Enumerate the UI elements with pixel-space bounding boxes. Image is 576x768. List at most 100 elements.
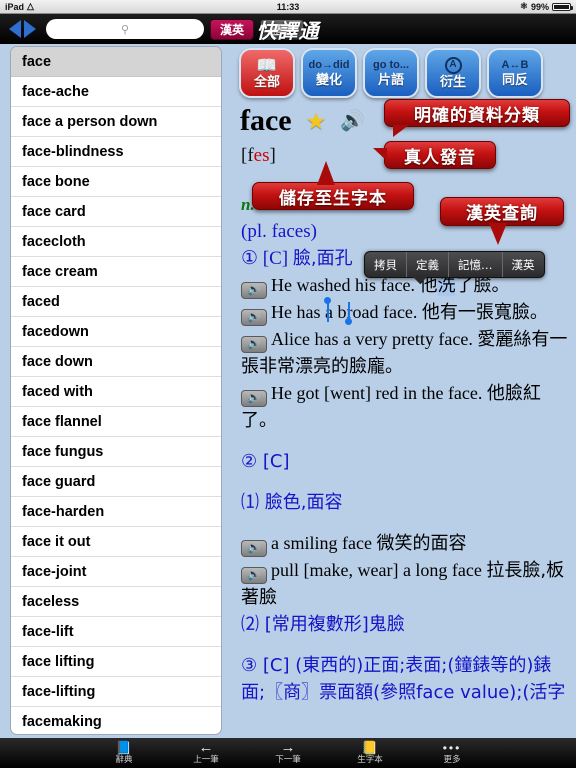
callout-tail bbox=[489, 223, 507, 245]
chinese-english-button[interactable]: 漢英 bbox=[210, 18, 255, 40]
example-sentence: 🔊 He got [went] red in the face. 他臉紅了。 bbox=[241, 380, 570, 434]
callout-tail bbox=[373, 148, 387, 161]
word-list-item[interactable]: face lifting bbox=[11, 647, 221, 677]
word-list-item[interactable]: face it out bbox=[11, 527, 221, 557]
example-speaker-icon[interactable]: 🔊 bbox=[241, 567, 267, 584]
back-arrow-icon[interactable] bbox=[9, 20, 21, 38]
category-derivative[interactable]: A 衍生 bbox=[425, 48, 481, 98]
ellipsis-icon: ••• bbox=[442, 741, 462, 755]
category-phrase[interactable]: go to... 片語 bbox=[363, 48, 419, 98]
word-list[interactable]: face face-ache face a person down face-blin… bbox=[10, 46, 222, 735]
example-speaker-icon[interactable]: 🔊 bbox=[241, 540, 267, 557]
word-list-item[interactable]: face bone bbox=[11, 167, 221, 197]
word-list-item[interactable]: faceless bbox=[11, 587, 221, 617]
tab-previous[interactable]: ← 上一筆 bbox=[177, 739, 235, 767]
word-list-item[interactable]: faced with bbox=[11, 377, 221, 407]
word-list-item[interactable]: face card bbox=[11, 197, 221, 227]
callout-data-classification: 明確的資料分類 bbox=[384, 99, 570, 137]
sense-3-line-1: ③ [C] (東西的)正面;表面;(鐘錶等的)錶 bbox=[241, 655, 552, 676]
word-list-item[interactable]: face-lifting bbox=[11, 677, 221, 707]
category-bottom-label: 衍生 bbox=[439, 73, 466, 89]
word-list-item[interactable]: face-lift bbox=[11, 617, 221, 647]
word-list-item[interactable]: face-joint bbox=[11, 557, 221, 587]
category-inflection[interactable]: do→did 變化 bbox=[301, 48, 357, 98]
notebook-icon: 📒 bbox=[361, 740, 379, 755]
sense-1-label: ① [C] bbox=[241, 248, 293, 269]
word-list-item[interactable]: face-harden bbox=[11, 497, 221, 527]
star-icon[interactable]: ★ bbox=[306, 108, 327, 135]
category-top-label: go to... bbox=[372, 58, 410, 71]
open-book-icon: 📖 bbox=[256, 55, 278, 75]
bluetooth-icon: ⚛ bbox=[519, 1, 528, 11]
selected-text[interactable]: 洗 bbox=[437, 275, 456, 296]
page-title: face bbox=[240, 104, 292, 137]
word-list-item[interactable]: facedown bbox=[11, 317, 221, 347]
word-list-item[interactable]: face-blindness bbox=[11, 137, 221, 167]
tab-label: 上一筆 bbox=[193, 755, 219, 765]
word-list-item[interactable]: facemaking bbox=[11, 707, 221, 734]
right-arrow-icon: → bbox=[280, 739, 296, 756]
context-menu-item[interactable]: 記憶… bbox=[449, 252, 503, 277]
search-input[interactable]: ⚲ bbox=[46, 19, 204, 39]
speaker-icon[interactable]: 🔊 bbox=[340, 111, 365, 131]
category-top-label: do→did bbox=[308, 58, 350, 71]
book-icon: 📘 bbox=[115, 740, 133, 755]
example-list-1: 🔊 He washed his face. 他洗了臉。 🔊 He has a broa… bbox=[241, 272, 570, 434]
tab-label: 生字本 bbox=[357, 755, 383, 765]
category-all[interactable]: 📖 全部 bbox=[239, 48, 295, 98]
tab-wordbook[interactable]: 📒 生字本 bbox=[341, 739, 399, 767]
tab-label: 辭典 bbox=[115, 755, 133, 765]
example-english: a smiling face bbox=[271, 533, 377, 553]
context-menu-item[interactable]: 定義 bbox=[407, 252, 449, 277]
content-area: face face-ache face a person down face-blin… bbox=[0, 44, 576, 738]
word-list-item[interactable]: face a person down bbox=[11, 107, 221, 137]
callout-text: 明確的資料分類 bbox=[414, 105, 540, 126]
sense-2-sub-2: ⑵ [常用複數形]鬼臉 bbox=[241, 614, 405, 635]
word-list-sidebar: face face-ache face a person down face-blin… bbox=[0, 44, 232, 738]
circle-a-icon: A bbox=[444, 56, 462, 74]
example-speaker-icon[interactable]: 🔊 bbox=[241, 390, 267, 407]
search-icon: ⚲ bbox=[120, 23, 130, 36]
example-speaker-icon[interactable]: 🔊 bbox=[241, 282, 267, 299]
word-list-item[interactable]: faced bbox=[11, 287, 221, 317]
battery-percent-label: 99% bbox=[530, 1, 549, 12]
category-bottom-label: 全部 bbox=[253, 73, 280, 89]
word-list-item[interactable]: face down bbox=[11, 347, 221, 377]
selection-context-menu[interactable]: 拷貝 定義 記憶… 漢英 bbox=[364, 251, 545, 284]
bottom-tab-bar: 📘 辭典 ← 上一筆 → 下一筆 📒 生字本 ••• 更多 bbox=[0, 738, 576, 768]
callout-human-pronunciation: 真人發音 bbox=[373, 141, 496, 169]
example-list-2: 🔊 a smiling face 微笑的面容 🔊 pull [make, wear] … bbox=[241, 530, 570, 611]
word-list-item[interactable]: face cream bbox=[11, 257, 221, 287]
selection-bar-start bbox=[327, 302, 329, 322]
word-list-item[interactable]: face guard bbox=[11, 467, 221, 497]
word-list-item[interactable]: face flannel bbox=[11, 407, 221, 437]
example-sentence: 🔊 a smiling face 微笑的面容 bbox=[241, 530, 570, 557]
tab-dictionary[interactable]: 📘 辭典 bbox=[95, 739, 153, 767]
example-speaker-icon[interactable]: 🔊 bbox=[241, 336, 267, 353]
sense-1-text: 臉,面孔 bbox=[292, 248, 353, 269]
forward-arrow-icon[interactable] bbox=[24, 20, 36, 38]
word-list-item[interactable]: facecloth bbox=[11, 227, 221, 257]
context-menu-item[interactable]: 漢英 bbox=[503, 252, 544, 277]
category-synonym-antonym[interactable]: A↔B 同反 bbox=[487, 48, 543, 98]
category-bottom-label: 變化 bbox=[315, 71, 342, 87]
tab-more[interactable]: ••• 更多 bbox=[423, 739, 481, 767]
example-english: He got [went] red in the face. bbox=[271, 383, 487, 403]
context-menu-item[interactable]: 拷貝 bbox=[365, 252, 407, 277]
example-english: pull [make, wear] a long face bbox=[271, 560, 487, 580]
category-bottom-label: 同反 bbox=[501, 71, 528, 87]
callout-text: 真人發音 bbox=[404, 147, 476, 168]
sense-3-line-2: 面;〖商〗票面額(參照face value);(活字 bbox=[241, 682, 566, 703]
selection-handle-start[interactable] bbox=[324, 297, 331, 304]
word-list-item[interactable]: face-ache bbox=[11, 77, 221, 107]
callout-tail bbox=[393, 125, 409, 137]
history-button[interactable]: 歷史 bbox=[260, 18, 305, 40]
example-speaker-icon[interactable]: 🔊 bbox=[241, 309, 267, 326]
selection-handle-end[interactable] bbox=[345, 318, 352, 325]
tab-next[interactable]: → 下一筆 bbox=[259, 739, 317, 767]
sense-2-sub-1: ⑴ 臉色,面容 bbox=[241, 492, 343, 513]
word-list-item[interactable]: face fungus bbox=[11, 437, 221, 467]
example-chinese: 微笑的面容 bbox=[376, 533, 467, 554]
word-list-item[interactable]: face bbox=[11, 47, 221, 77]
category-bottom-label: 片語 bbox=[377, 71, 404, 87]
